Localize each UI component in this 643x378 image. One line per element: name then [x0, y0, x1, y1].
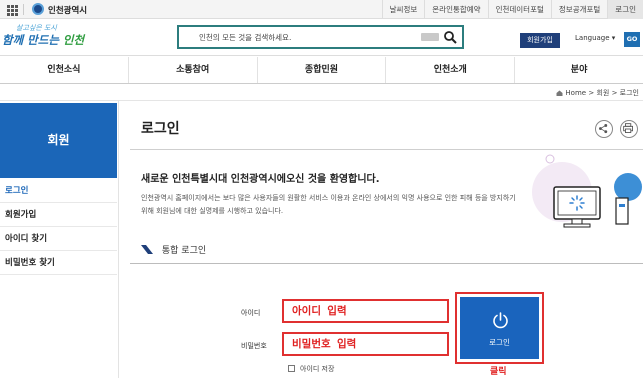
nav-item-participation[interactable]: 소통참여 — [127, 57, 257, 83]
save-id-label: 아이디 저장 — [300, 365, 335, 373]
share-button[interactable] — [595, 120, 613, 138]
sidebar-item-find-password[interactable]: 비밀번호 찾기 — [0, 251, 117, 275]
language-select[interactable]: Language ▾ — [575, 34, 615, 42]
section-title: 통합 로그인 — [161, 246, 207, 256]
site-name[interactable]: 인천광역시 — [48, 4, 87, 16]
login-button[interactable]: 로그인 — [460, 297, 539, 359]
id-input[interactable] — [284, 301, 447, 321]
login-button-label: 로그인 — [489, 338, 510, 347]
section-heading: 통합 로그인 — [141, 243, 206, 256]
nav-item-news[interactable]: 인천소식 — [0, 57, 128, 83]
site-header: 살고싶은 도시 함께 만드는 인천 회원가입 Language ▾ GO — [0, 19, 643, 56]
brand-logo[interactable]: 살고싶은 도시 함께 만드는 인천 — [2, 23, 84, 51]
menu-grid-icon[interactable] — [5, 3, 18, 16]
click-annotation: 클릭 — [490, 367, 507, 377]
search-input[interactable] — [199, 31, 399, 44]
slogan-main: 함께 만드는 인천 — [2, 32, 84, 48]
reservation-link[interactable]: 온라인통합예약 — [424, 0, 487, 19]
join-button[interactable]: 회원가입 — [520, 33, 560, 48]
page-title: 로그인 — [141, 121, 180, 137]
login-link[interactable]: 로그인 — [607, 0, 643, 19]
sidebar-title: 회원 — [0, 103, 117, 178]
divider — [118, 101, 119, 378]
weather-link[interactable]: 날씨정보 — [381, 0, 425, 19]
breadcrumb-sep: > — [611, 89, 618, 97]
utility-links: 날씨정보 온라인통합예약 인천데이터포털 정보공개포털 로그인 — [381, 0, 643, 19]
section-mark-icon — [141, 245, 153, 254]
slogan-main-b: 인천 — [62, 33, 85, 47]
save-id-checkbox[interactable]: 아이디 저장 — [288, 364, 334, 374]
slogan-main-a: 함께 만드는 — [2, 33, 63, 47]
divider — [130, 149, 643, 150]
divider — [23, 4, 24, 15]
nav-item-civil-service[interactable]: 종합민원 — [256, 57, 386, 83]
search-icon[interactable] — [443, 30, 457, 44]
sidebar-item-find-id[interactable]: 아이디 찾기 — [0, 227, 117, 251]
home-icon — [556, 90, 563, 96]
sidebar-item-login[interactable]: 로그인 — [0, 179, 117, 203]
main-navigation: 인천소식 소통참여 종합민원 인천소개 분야 — [0, 57, 643, 84]
password-label: 비밀번호 — [241, 342, 267, 350]
language-label: Language — [575, 34, 610, 42]
sidebar-item-join[interactable]: 회원가입 — [0, 203, 117, 227]
breadcrumb-home[interactable]: Home — [565, 89, 586, 97]
computer-illustration — [532, 154, 642, 228]
nav-item-fields[interactable]: 분야 — [514, 57, 643, 83]
divider — [130, 263, 643, 264]
open-info-link[interactable]: 정보공개포털 — [550, 0, 607, 19]
top-utility-bar: 인천광역시 날씨정보 온라인통합예약 인천데이터포털 정보공개포털 로그인 — [0, 0, 643, 19]
search-box — [177, 25, 464, 49]
breadcrumb: Home > 회원 > 로그인 — [556, 88, 639, 98]
breadcrumb-sep: > — [588, 89, 595, 97]
breadcrumb-level1[interactable]: 회원 — [596, 89, 609, 97]
welcome-description: 인천광역시 홈페이지에서는 보다 많은 사용자들의 원활한 서비스 이용과 온라… — [141, 194, 516, 215]
breadcrumb-current: 로그인 — [619, 89, 639, 97]
power-icon — [493, 312, 508, 329]
checkbox-icon[interactable] — [288, 365, 295, 372]
keyboard-icon[interactable] — [421, 33, 439, 41]
share-icon — [599, 124, 608, 134]
city-logo-icon — [32, 3, 44, 15]
password-field-wrapper — [282, 332, 449, 356]
id-label: 아이디 — [241, 309, 261, 317]
data-portal-link[interactable]: 인천데이터포털 — [487, 0, 551, 19]
password-input[interactable] — [284, 334, 447, 354]
login-button-highlight: 로그인 — [455, 292, 544, 364]
chevron-down-icon: ▾ — [611, 34, 616, 42]
print-button[interactable] — [620, 120, 638, 138]
go-button[interactable]: GO — [624, 32, 640, 47]
welcome-heading: 새로운 인천특별시대 인천광역시에오신 것을 환영합니다. — [141, 174, 380, 185]
print-icon — [623, 123, 633, 133]
divider — [0, 100, 643, 101]
nav-item-about[interactable]: 인천소개 — [385, 57, 514, 83]
id-field-wrapper — [282, 299, 449, 323]
